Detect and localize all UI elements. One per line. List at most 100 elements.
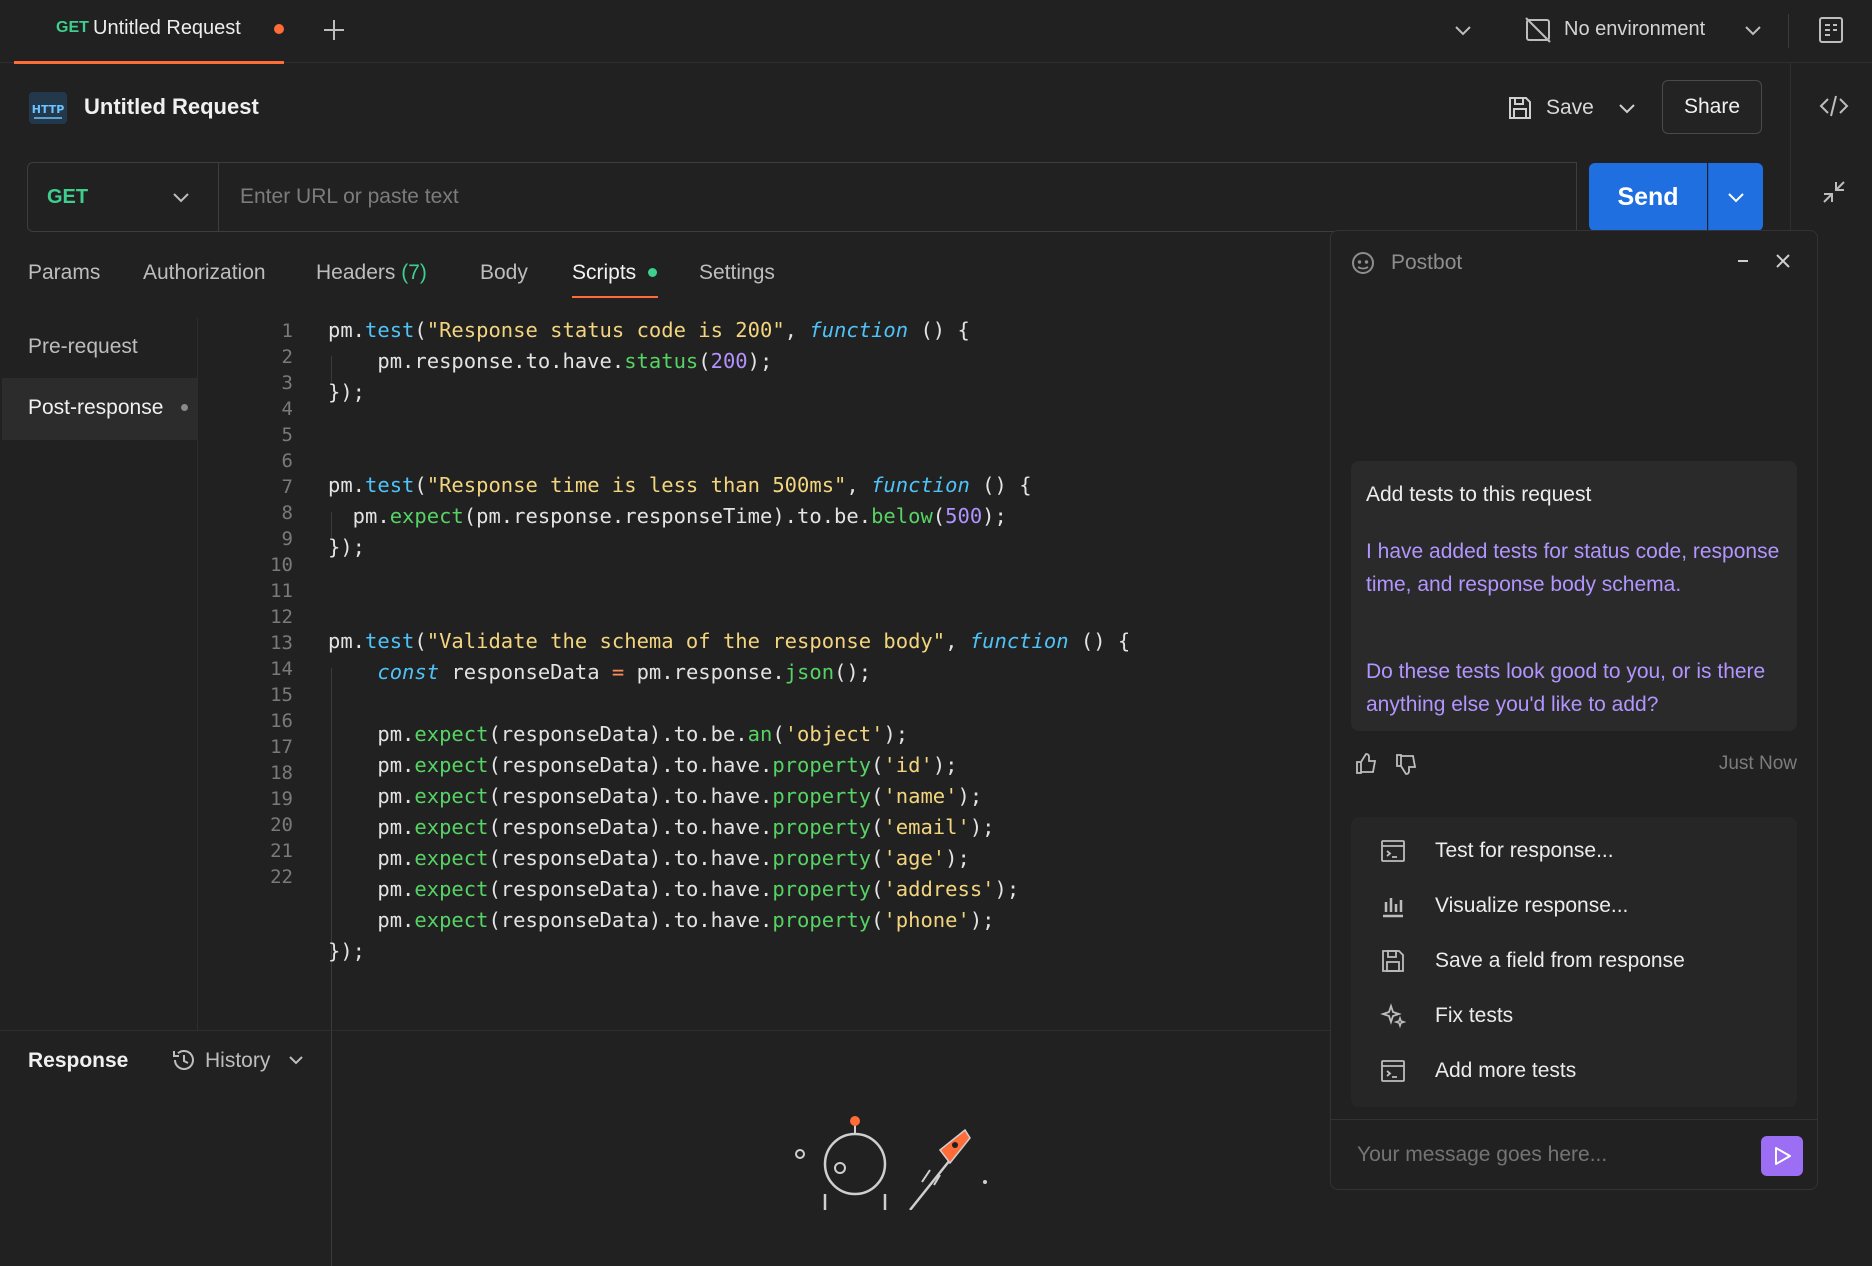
tab-headers-label: Headers [316, 261, 396, 284]
postbot-suggestions: Test for response... Visualize response.… [1351, 817, 1797, 1107]
line-number: 13 [270, 632, 293, 654]
minimize-icon[interactable] [1731, 249, 1755, 273]
chevron-down-icon [1728, 193, 1744, 203]
line-number: 8 [281, 502, 293, 524]
tab-params[interactable]: Params [28, 261, 100, 285]
history-icon[interactable] [170, 1046, 198, 1074]
terminal-icon [1379, 837, 1407, 865]
thumbs-up-icon[interactable] [1353, 751, 1379, 777]
code-line: pm.test("Response time is less than 500m… [328, 473, 1032, 497]
line-number: 18 [270, 762, 293, 784]
message-text: I have added tests for status code, resp… [1366, 540, 1780, 596]
save-icon [1379, 947, 1407, 975]
method-select[interactable]: GET [28, 163, 219, 231]
code-line: pm.expect(responseData).to.have.property… [328, 877, 1020, 901]
suggestion-save-field[interactable]: Save a field from response [1379, 939, 1779, 983]
save-icon [1506, 94, 1534, 122]
share-button[interactable]: Share [1662, 80, 1762, 134]
divider [1788, 14, 1789, 48]
code-line: const responseData = pm.response.json(); [377, 660, 872, 684]
response-label[interactable]: Response [28, 1049, 128, 1073]
active-tab-underline [572, 296, 658, 298]
line-number: 6 [281, 450, 293, 472]
postbot-message-input[interactable] [1331, 1130, 1731, 1180]
send-options-button[interactable] [1708, 163, 1763, 231]
suggestion-test-for-response[interactable]: Test for response... [1379, 829, 1779, 873]
line-number: 10 [270, 554, 293, 576]
tab-title: Untitled Request [93, 17, 241, 39]
unsaved-indicator [274, 24, 284, 34]
close-icon[interactable] [1771, 249, 1795, 273]
line-number: 2 [281, 346, 293, 368]
method-label: GET [47, 186, 89, 208]
sparkle-icon [1379, 1002, 1407, 1030]
tab-settings[interactable]: Settings [699, 261, 775, 285]
postbot-panel: Postbot Add tests to this request I have… [1330, 230, 1818, 1190]
tab-method-label: GET [56, 19, 89, 36]
tab-scripts[interactable]: Scripts [572, 261, 636, 285]
code-line: pm.expect(pm.response.responseTime).to.b… [328, 504, 1007, 528]
chevron-down-icon[interactable] [1740, 18, 1766, 42]
line-number: 3 [281, 372, 293, 394]
suggestion-visualize-response[interactable]: Visualize response... [1379, 884, 1779, 928]
line-number: 22 [270, 866, 293, 888]
tab-body[interactable]: Body [480, 261, 528, 285]
line-number: 12 [270, 606, 293, 628]
post-response-label: Post-response [28, 396, 164, 419]
line-number: 19 [270, 788, 293, 810]
postbot-message-card: Add tests to this request I have added t… [1351, 461, 1797, 731]
line-number: 7 [281, 476, 293, 498]
line-number: 1 [281, 320, 293, 342]
line-number: 15 [270, 684, 293, 706]
thumbs-down-icon[interactable] [1393, 751, 1419, 777]
request-title[interactable]: Untitled Request [84, 94, 259, 120]
code-line: pm.expect(responseData).to.have.property… [328, 815, 995, 839]
environment-selector[interactable]: No environment [1564, 18, 1705, 41]
line-number: 5 [281, 424, 293, 446]
chevron-down-icon[interactable] [284, 1048, 308, 1072]
scripts-indicator [648, 268, 657, 277]
bar-chart-icon [1379, 892, 1407, 920]
plus-icon[interactable] [320, 14, 348, 46]
code-line: pm.test("Response status code is 200", f… [328, 318, 970, 342]
save-label: Save [1546, 96, 1594, 119]
environment-quick-look-icon[interactable] [1816, 14, 1846, 46]
share-label: Share [1683, 95, 1741, 118]
line-number: 21 [270, 840, 293, 862]
suggestion-fix-tests[interactable]: Fix tests [1379, 994, 1779, 1038]
postbot-send-button[interactable] [1761, 1136, 1803, 1176]
send-label: Send [1617, 183, 1679, 211]
chevron-down-icon[interactable] [1614, 96, 1640, 120]
tab-headers[interactable]: Headers (7) [316, 261, 427, 285]
url-input[interactable] [220, 163, 1560, 231]
divider [0, 1030, 1330, 1031]
code-line: }); [328, 380, 366, 404]
astronaut-illustration [790, 1110, 1000, 1210]
code-line: pm.response.to.have.status(200); [328, 349, 773, 373]
tab-authorization[interactable]: Authorization [143, 261, 266, 285]
line-number: 17 [270, 736, 293, 758]
postbot-icon [1349, 249, 1377, 277]
pre-request-tab[interactable]: Pre-request [28, 335, 138, 359]
history-button[interactable]: History [205, 1049, 270, 1073]
code-line: }); [328, 939, 366, 963]
code-line: }); [328, 535, 366, 559]
svg-text:HTTP: HTTP [32, 103, 65, 116]
suggestion-label: Add more tests [1435, 1059, 1577, 1082]
code-editor[interactable]: 1 2 3 4 5 6 7 8 9 10 11 12 13 14 15 16 1… [197, 318, 1519, 1266]
send-button[interactable]: Send [1589, 163, 1707, 231]
collapse-icon[interactable] [1820, 178, 1848, 206]
line-number: 11 [270, 580, 293, 602]
line-number: 20 [270, 814, 293, 836]
code-line: pm.expect(responseData).to.have.property… [328, 846, 970, 870]
message-title: Add tests to this request [1366, 483, 1592, 506]
suggestion-label: Visualize response... [1435, 894, 1629, 917]
code-icon[interactable] [1818, 92, 1850, 120]
chevron-down-icon[interactable] [1450, 18, 1476, 42]
code-line: pm.test("Validate the schema of the resp… [328, 629, 1131, 653]
code-line: pm.expect(responseData).to.have.property… [328, 753, 958, 777]
code-line: pm.expect(responseData).to.have.property… [328, 784, 983, 808]
suggestion-add-more-tests[interactable]: Add more tests [1379, 1049, 1779, 1093]
terminal-icon [1379, 1057, 1407, 1085]
right-sidebar-divider [1790, 62, 1791, 232]
